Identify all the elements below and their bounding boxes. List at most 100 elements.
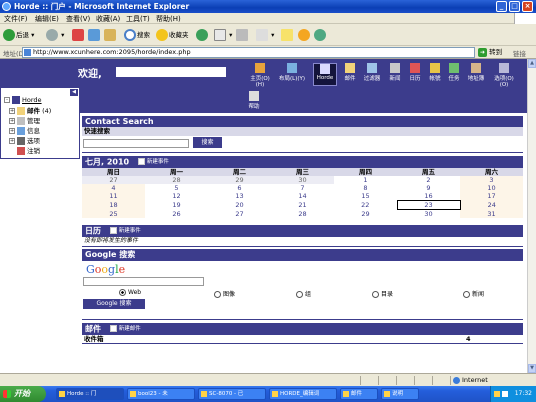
calendar-day[interactable]: 5 (145, 184, 208, 192)
calendar-day[interactable]: 2 (397, 176, 460, 184)
sidebar-item-info[interactable]: + 信息 (9, 126, 40, 136)
mail-inbox-row[interactable]: 收件箱 4 (82, 335, 523, 343)
edit-button[interactable]: ▾ (256, 28, 274, 42)
taskbar-item[interactable]: 邮件 (340, 388, 378, 400)
calendar-day[interactable]: 8 (334, 184, 397, 192)
calendar-day[interactable]: 17 (460, 192, 523, 201)
nav-help[interactable]: 帮助 (240, 91, 268, 110)
sidebar-item-mail[interactable]: + 邮件 (4) (9, 106, 51, 116)
taskbar-item[interactable]: HORDE_编辑词 (269, 388, 337, 400)
calendar-day[interactable]: 14 (271, 192, 334, 201)
google-search-button[interactable]: Google 搜索 (83, 299, 145, 309)
search-button[interactable]: 搜索 (124, 28, 150, 42)
scroll-up-icon[interactable]: ▲ (528, 59, 536, 68)
messenger-button[interactable] (298, 28, 311, 42)
favorites-button[interactable]: 收藏夹 (156, 28, 189, 42)
taskbar-item[interactable]: SC-8070 - 已 (198, 388, 266, 400)
nav-layout[interactable]: 布局(L)(Y) (278, 63, 306, 82)
calendar-day[interactable]: 19 (145, 201, 208, 210)
home-button[interactable] (104, 28, 117, 42)
taskbar-item[interactable]: bool23 - 未 (127, 388, 195, 400)
calendar-day[interactable]: 29 (208, 176, 271, 184)
links-button[interactable]: 链接 (513, 48, 526, 58)
google-option-directory[interactable]: 目录 (372, 289, 393, 298)
calendar-day[interactable]: 10 (460, 184, 523, 192)
new-event-button[interactable]: 新建事件 (137, 156, 169, 168)
mail-button[interactable]: ▾ (214, 28, 232, 42)
calendar-day[interactable]: 28 (271, 210, 334, 219)
calendar-day[interactable]: 27 (208, 210, 271, 219)
print-button[interactable] (236, 28, 249, 42)
minimize-button[interactable]: _ (496, 1, 507, 12)
stop-button[interactable] (72, 28, 85, 42)
calendar-day[interactable]: 29 (334, 210, 397, 219)
address-input[interactable]: http://www.xcunhere.com:2095/horde/index… (22, 47, 475, 58)
calendar-day[interactable]: 31 (460, 209, 523, 218)
calendar-day[interactable]: 20 (208, 201, 271, 210)
menu-help[interactable]: 帮助(H) (156, 14, 181, 24)
calendar-day[interactable]: 1 (334, 176, 397, 184)
calendar-day[interactable]: 30 (271, 176, 334, 184)
menu-edit[interactable]: 编辑(E) (35, 14, 59, 24)
sidebar-item-options[interactable]: + 选项 (9, 136, 40, 146)
menu-favorites[interactable]: 收藏(A) (96, 14, 120, 24)
calendar-day[interactable]: 27 (82, 176, 145, 184)
taskbar-item[interactable]: 说明 (381, 388, 419, 400)
tray-icon[interactable] (494, 391, 500, 397)
calendar-day-today[interactable]: 23 (396, 200, 461, 210)
agenda-new-event-button[interactable]: 新建事件 (109, 225, 141, 237)
calendar-day[interactable]: 15 (334, 192, 397, 201)
calendar-day[interactable]: 24 (460, 200, 523, 210)
mail-title[interactable]: 邮件 (85, 325, 101, 334)
sidebar-collapse-button[interactable]: ◀ (70, 89, 78, 96)
maximize-button[interactable]: □ (509, 1, 520, 12)
calendar-day[interactable]: 11 (82, 192, 145, 201)
calendar-day[interactable]: 7 (271, 184, 334, 192)
go-button[interactable]: ➜ 转到 (478, 47, 502, 58)
google-option-web[interactable]: Web (119, 289, 141, 296)
research-button[interactable] (314, 28, 327, 42)
google-search-input[interactable] (83, 277, 204, 286)
taskbar-item[interactable]: Horde :: 门 (56, 388, 124, 400)
refresh-button[interactable] (88, 28, 101, 42)
close-button[interactable]: × (522, 1, 533, 12)
sidebar-item-horde[interactable]: - Horde (4, 95, 42, 105)
nav-addressbook[interactable]: 地址簿 (462, 63, 490, 82)
calendar-day[interactable]: 18 (82, 200, 145, 210)
scroll-down-icon[interactable]: ▼ (528, 364, 536, 373)
calendar-day[interactable]: 22 (334, 201, 397, 210)
menu-view[interactable]: 查看(V) (66, 14, 90, 24)
sidebar-item-admin[interactable]: + 管理 (9, 116, 40, 126)
calendar-day[interactable]: 28 (145, 176, 208, 184)
calendar-day[interactable]: 13 (208, 192, 271, 201)
clock[interactable]: 17:32 (515, 386, 532, 402)
new-mail-button[interactable]: 新建邮件 (109, 323, 141, 335)
google-option-news[interactable]: 新闻 (463, 289, 484, 298)
calendar-day[interactable]: 6 (208, 184, 271, 192)
start-button[interactable]: 开始 (0, 386, 46, 402)
agenda-title[interactable]: 日历 (85, 227, 101, 236)
calendar-day[interactable]: 9 (397, 184, 460, 192)
calendar-day[interactable]: 12 (145, 192, 208, 201)
google-option-images[interactable]: 图像 (214, 289, 235, 298)
calendar-day[interactable]: 16 (397, 192, 460, 201)
history-button[interactable] (196, 28, 209, 42)
calendar-day[interactable]: 30 (397, 210, 460, 219)
sidebar-item-logout[interactable]: 注销 (9, 146, 40, 156)
nav-horde[interactable]: Horde (313, 63, 337, 86)
discuss-button[interactable] (281, 28, 294, 42)
vertical-scrollbar[interactable]: ▲ ▼ (527, 59, 536, 373)
forward-button[interactable]: ▾ (46, 28, 64, 42)
nav-options[interactable]: 选项(O)(O) (490, 63, 518, 88)
window-titlebar[interactable]: Horde :: 门户 - Microsoft Internet Explore… (0, 0, 536, 13)
calendar-day[interactable]: 25 (82, 209, 145, 218)
menu-file[interactable]: 文件(F) (4, 14, 28, 24)
calendar-day[interactable]: 3 (460, 176, 523, 184)
menu-tools[interactable]: 工具(T) (126, 14, 150, 24)
calendar-title[interactable]: 七月, 2010 (85, 158, 129, 167)
nav-home[interactable]: 主页(O)(H) (246, 63, 274, 88)
calendar-day[interactable]: 21 (271, 201, 334, 210)
contact-search-input[interactable] (83, 139, 189, 148)
contact-search-button[interactable]: 搜索 (193, 137, 222, 148)
google-option-groups[interactable]: 组 (296, 289, 311, 298)
